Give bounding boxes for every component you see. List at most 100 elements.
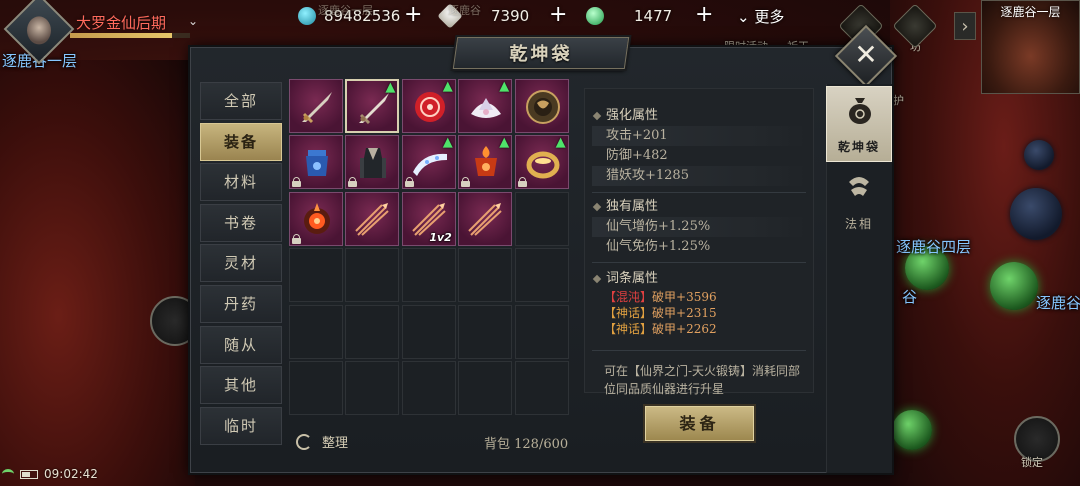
upgrade-arrow-icon: ▲ [555,135,566,151]
section-title: 独有属性 [592,197,806,217]
bag-capacity: 背包 128/600 [484,437,569,452]
inventory-slot[interactable]: ▲ [345,79,400,133]
attribute-row: 仙气免伤+1.25% [606,239,711,254]
skill-orb[interactable] [990,262,1038,310]
inventory-slot[interactable] [289,79,343,133]
side-tab-form[interactable]: 法相 [826,162,892,238]
category-tab[interactable]: 其他 [200,366,282,405]
affix-value: 破甲+2315 [652,306,717,320]
divider [592,262,806,263]
add-currency-button[interactable]: + [549,4,567,26]
empty-slot[interactable] [289,361,343,415]
attribute-row: 仙气增伤+1.25% [592,217,806,237]
side-tab-bag[interactable]: 乾坤袋 [826,86,892,162]
affix-value: 破甲+3596 [652,290,717,304]
category-tab[interactable]: 临时 [200,406,282,445]
equip-button[interactable]: 装备 [645,406,754,441]
empty-slot[interactable] [514,248,569,303]
avatar-form-icon [849,177,869,196]
upgrade-arrow-icon: ▲ [385,80,396,95]
affix-tag: 【神话】 [604,322,653,336]
battery-icon [20,469,38,479]
inventory-slot[interactable]: 1v2 [401,191,456,246]
game-scene-left [0,60,195,486]
sort-label: 整理 [322,436,349,451]
inventory-slot[interactable]: ▲ [514,135,569,190]
inventory-slot[interactable] [289,191,343,246]
skill-orb[interactable] [892,410,932,450]
empty-slot[interactable] [345,304,400,359]
spirit-stone-icon [298,7,316,25]
empty-slot[interactable] [401,248,456,303]
inventory-slot[interactable] [514,79,569,133]
feather-arrows-item-icon [354,201,392,239]
currency-value: 1477 [634,7,673,25]
empty-slot[interactable] [458,248,513,303]
empty-slot[interactable] [401,361,456,415]
inventory-slot[interactable]: ▲ [458,135,513,190]
category-tab[interactable]: 随从 [200,325,282,364]
category-tab[interactable]: 材料 [200,163,282,202]
clock: 09:02:42 [44,467,98,481]
fire-cauldron-item-icon [467,144,505,182]
empty-slot[interactable] [514,191,569,246]
currency-value: 7390 [491,7,530,25]
section-title: 强化属性 [592,106,806,126]
inventory-slot[interactable] [289,135,343,190]
empty-slot[interactable] [289,248,343,303]
currency-green-gem: 1477 [586,6,672,26]
close-icon[interactable]: ✕ [844,33,888,77]
empty-slot[interactable] [401,304,456,359]
empty-slot[interactable] [289,304,343,359]
attribute-row: 防御+482 [606,148,668,163]
empty-slot[interactable] [514,304,569,359]
upgrade-arrow-icon: ▲ [499,135,510,151]
empty-slot[interactable] [458,361,513,415]
category-tab[interactable]: 灵材 [200,244,282,283]
inventory-slot[interactable] [345,191,400,246]
inventory-slot[interactable]: ▲ [458,79,513,133]
affix-value: 破甲+2262 [652,322,717,336]
upgrade-arrow-icon: ▲ [442,79,453,94]
category-tab[interactable]: 全部 [200,82,282,120]
blue-cauldron-item-icon [298,144,336,182]
background-label: 逐鹿谷 [448,4,481,17]
inventory-slot[interactable]: ▲ [401,135,456,190]
inventory-slot[interactable]: ▲ [401,79,456,133]
category-tab[interactable]: 书卷 [200,203,282,242]
more-label: 更多 [754,8,785,26]
empty-slot[interactable] [514,361,569,415]
attribute-row: 猎妖攻+1285 [592,166,806,186]
chevron-down-icon[interactable]: ⌄ [188,14,198,28]
dark-robe-item-icon [354,144,392,182]
section-title: 词条属性 [592,269,806,289]
top-status-bar: 大罗金仙后期 ⌄ 89482536 + 7390 + 1477 + ⌄ 更多 逐… [0,0,1080,107]
affix-row: 【神话】破甲+2262 [592,321,806,337]
bag-icon [849,98,871,124]
sword-item-icon [298,88,336,126]
device-status: 09:02:42 [2,465,98,483]
taiji-skill-orb[interactable] [1010,188,1062,240]
map-label: 逐鹿谷 [1036,294,1080,312]
lock-icon [404,177,414,188]
lock-icon [517,177,527,188]
add-currency-button[interactable]: + [695,4,713,26]
affix-tag: 【混沌】 [604,290,653,304]
wifi-icon [2,469,14,479]
divider [592,350,806,351]
sort-button[interactable]: 整理 [296,432,348,451]
player-hp-bar [70,33,190,38]
collapse-arrow-icon[interactable]: › [954,12,976,40]
empty-slot[interactable] [345,248,400,303]
inventory-slot[interactable] [345,135,400,190]
more-menu-button[interactable]: ⌄ 更多 [737,6,784,27]
empty-slot[interactable] [458,304,513,359]
category-tab[interactable]: 丹药 [200,285,282,323]
add-currency-button[interactable]: + [404,4,422,26]
inventory-slot[interactable] [458,191,513,246]
side-tab-label: 法相 [844,217,873,231]
skill-orb[interactable] [1024,140,1054,170]
minimap[interactable]: 逐鹿谷一层 [981,0,1080,94]
category-tab[interactable]: 装备 [200,122,282,161]
empty-slot[interactable] [345,361,400,415]
